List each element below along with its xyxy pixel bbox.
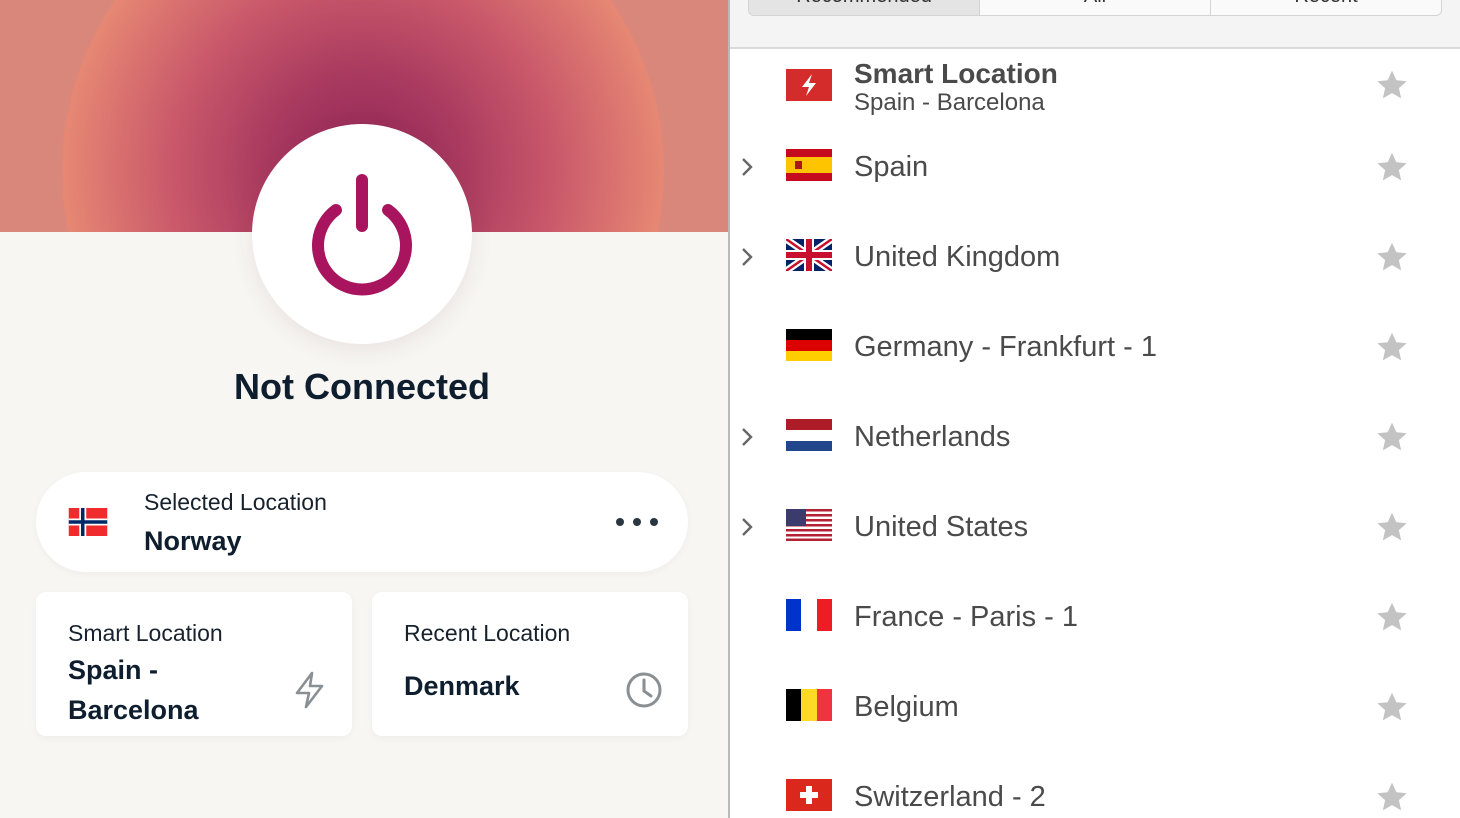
- chevron-right-icon[interactable]: [740, 122, 756, 212]
- norway-flag-icon: [68, 508, 108, 541]
- clock-icon: [624, 670, 664, 715]
- location-row-france[interactable]: France - Paris - 1: [730, 572, 1460, 662]
- more-options-button[interactable]: [616, 514, 658, 530]
- location-row-switzerland[interactable]: Switzerland - 2: [730, 752, 1460, 818]
- germany-flag-icon: [786, 329, 832, 366]
- smart-location-value: Spain - Barcelona: [68, 655, 199, 725]
- tab-recommended[interactable]: Recommended: [749, 0, 980, 15]
- smart-location-icon: [786, 69, 832, 106]
- lightning-icon: [292, 670, 328, 715]
- connection-panel: Not Connected Selected Location Norway S…: [0, 0, 728, 818]
- location-row-united-kingdom[interactable]: United Kingdom: [730, 212, 1460, 302]
- star-icon[interactable]: [1374, 67, 1410, 108]
- connection-status: Not Connected: [234, 366, 490, 407]
- location-name: United Kingdom: [854, 241, 1061, 273]
- dot: [650, 518, 658, 526]
- tab-recent[interactable]: Recent: [1211, 0, 1441, 15]
- smart-location-row[interactable]: Smart Location Spain - Barcelona: [730, 40, 1460, 130]
- dot: [633, 518, 641, 526]
- location-picker: Recommended All Recent Smart Location Sp…: [730, 0, 1460, 818]
- location-row-belgium[interactable]: Belgium: [730, 662, 1460, 752]
- selected-location-card[interactable]: Selected Location Norway: [36, 472, 688, 572]
- recent-location-value: Denmark: [404, 671, 520, 701]
- location-name: Germany - Frankfurt - 1: [854, 331, 1157, 363]
- star-icon[interactable]: [1374, 239, 1410, 280]
- star-icon[interactable]: [1374, 419, 1410, 460]
- france-flag-icon: [786, 599, 832, 636]
- location-name: Netherlands: [854, 421, 1011, 453]
- recent-location-card[interactable]: Recent Location Denmark: [372, 592, 688, 736]
- chevron-right-icon[interactable]: [740, 482, 756, 572]
- location-name: France - Paris - 1: [854, 601, 1078, 633]
- smart-location-subtitle: Spain - Barcelona: [854, 89, 1045, 116]
- location-name: United States: [854, 511, 1029, 543]
- star-icon[interactable]: [1374, 599, 1410, 640]
- selected-location-label: Selected Location: [144, 489, 327, 515]
- chevron-right-icon[interactable]: [740, 212, 756, 302]
- selected-location-value: Norway: [144, 526, 242, 556]
- location-name: Switzerland - 2: [854, 781, 1046, 813]
- location-name: Belgium: [854, 691, 959, 723]
- usa-flag-icon: [786, 509, 832, 546]
- star-icon[interactable]: [1374, 689, 1410, 730]
- netherlands-flag-icon: [786, 419, 832, 456]
- switzerland-flag-icon: [786, 779, 832, 816]
- location-row-united-states[interactable]: United States: [730, 482, 1460, 572]
- spain-flag-icon: [786, 149, 832, 186]
- star-icon[interactable]: [1374, 509, 1410, 550]
- star-icon[interactable]: [1374, 779, 1410, 818]
- power-button[interactable]: [252, 124, 472, 344]
- chevron-right-icon[interactable]: [740, 392, 756, 482]
- belgium-flag-icon: [786, 689, 832, 726]
- uk-flag-icon: [784, 236, 834, 276]
- segmented-control: Recommended All Recent: [748, 0, 1442, 16]
- smart-location-label: Smart Location: [68, 620, 223, 646]
- star-icon[interactable]: [1374, 329, 1410, 370]
- location-row-netherlands[interactable]: Netherlands: [730, 392, 1460, 482]
- smart-location-title: Smart Location: [854, 58, 1058, 89]
- location-row-germany[interactable]: Germany - Frankfurt - 1: [730, 302, 1460, 392]
- location-row-spain[interactable]: Spain: [730, 122, 1460, 212]
- star-icon[interactable]: [1374, 149, 1410, 190]
- smart-location-card[interactable]: Smart Location Spain - Barcelona: [36, 592, 352, 736]
- power-icon: [312, 174, 412, 296]
- recent-location-label: Recent Location: [404, 620, 571, 646]
- dot: [616, 518, 624, 526]
- tab-all[interactable]: All: [980, 0, 1211, 15]
- location-name: Spain: [854, 151, 929, 183]
